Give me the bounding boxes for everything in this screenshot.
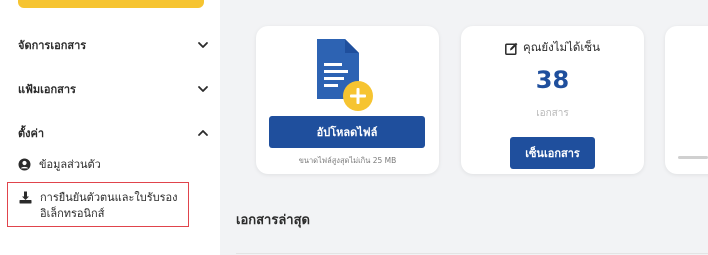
upload-file-button[interactable]: อัปโหลดไฟล์ xyxy=(269,116,425,148)
chevron-down-icon xyxy=(198,42,208,48)
unsigned-count: 38 xyxy=(535,66,570,94)
menu-document-folders-label: แฟ้มเอกสาร xyxy=(18,83,76,96)
upload-size-note: ขนาดไฟล์สูงสุดไม่เกิน 25 MB xyxy=(298,156,397,165)
unsigned-unit: เอกสาร xyxy=(536,108,569,119)
menu-manage-documents[interactable]: จัดการเอกสาร xyxy=(18,34,210,56)
identity-certificate-label-line2: อิเล็กทรอนิกส์ xyxy=(40,207,105,220)
settings-item-profile-label: ข้อมูลส่วนตัว xyxy=(39,158,101,171)
user-circle-icon xyxy=(18,158,31,170)
menu-settings-label: ตั้งค่า xyxy=(18,127,45,140)
menu-document-folders[interactable]: แฟ้มเอกสาร xyxy=(18,78,210,100)
document-add-icon xyxy=(317,39,373,111)
chevron-down-icon xyxy=(198,86,208,92)
menu-settings[interactable]: ตั้งค่า xyxy=(18,122,210,144)
unsigned-documents-card: คุณยังไม่ได้เซ็น 38 เอกสาร เซ็นเอกสาร xyxy=(461,26,644,174)
upload-card: อัปโหลดไฟล์ ขนาดไฟล์สูงสุดไม่เกิน 25 MB xyxy=(256,26,439,174)
settings-item-identity-certificate[interactable]: การยืนยันตัวตนและใบรับรอง อิเล็กทรอนิกส์ xyxy=(19,190,184,222)
primary-action-button[interactable] xyxy=(18,0,204,8)
edit-icon xyxy=(505,42,518,55)
recent-documents-title: เอกสารล่าสุด xyxy=(236,213,310,228)
chevron-up-icon xyxy=(198,130,208,136)
settings-item-profile[interactable]: ข้อมูลส่วนตัว xyxy=(18,155,101,173)
menu-manage-documents-label: จัดการเอกสาร xyxy=(18,39,87,52)
upload-tray-icon xyxy=(19,191,32,204)
unsigned-title: คุณยังไม่ได้เซ็น xyxy=(523,40,600,54)
partial-card-bar xyxy=(678,156,708,159)
partial-card xyxy=(665,26,708,174)
sign-document-button[interactable]: เซ็นเอกสาร xyxy=(510,137,595,169)
sidebar: จัดการเอกสาร แฟ้มเอกสาร ตั้งค่า ข้อมูลส่… xyxy=(0,0,220,255)
identity-certificate-label-line1: การยืนยันตัวตนและใบรับรอง xyxy=(40,191,178,204)
section-divider xyxy=(236,253,708,254)
highlight-box: การยืนยันตัวตนและใบรับรอง อิเล็กทรอนิกส์ xyxy=(7,182,189,227)
unsigned-header: คุณยังไม่ได้เซ็น xyxy=(461,39,644,57)
